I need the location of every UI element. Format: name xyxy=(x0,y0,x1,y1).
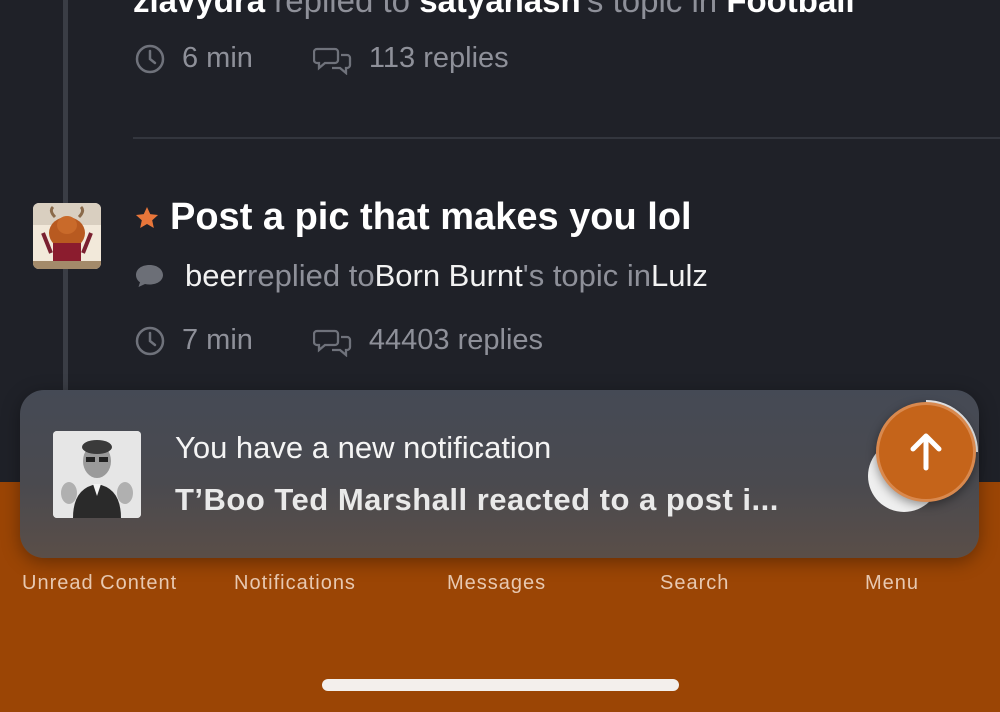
clock-icon xyxy=(135,326,165,355)
target-user-link[interactable]: satyanash xyxy=(419,0,580,19)
replies-stat: 44403 replies xyxy=(312,324,544,357)
time-stat: 6 min xyxy=(134,42,253,75)
activity-stream-screen: zlavydra replied to satyanash's topic in… xyxy=(0,0,1000,712)
forum-link[interactable]: Lulz xyxy=(651,258,708,294)
target-user-link[interactable]: Born Burnt xyxy=(375,258,523,294)
clock-icon xyxy=(135,44,165,73)
notification-body: T’Boo Ted Marshall reacted to a post i..… xyxy=(175,482,779,517)
replies-count: 44403 replies xyxy=(368,324,544,356)
home-indicator[interactable] xyxy=(322,679,679,691)
replies-icon xyxy=(312,47,352,75)
nav-unread-content[interactable]: Unread Content xyxy=(22,572,177,595)
notification-avatar xyxy=(53,431,141,518)
replies-count: 113 replies xyxy=(368,42,509,74)
scroll-to-top-button[interactable] xyxy=(876,402,976,502)
author-link[interactable]: beer xyxy=(185,258,247,294)
timeline-line xyxy=(63,0,68,395)
item-divider xyxy=(133,137,1000,139)
nav-messages[interactable]: Messages xyxy=(447,572,546,595)
forum-link[interactable]: Football xyxy=(726,0,854,19)
item-2-stats: 7 min 44403 replies xyxy=(134,324,603,357)
comment-icon xyxy=(136,265,163,287)
nav-notifications[interactable]: Notifications xyxy=(234,572,356,595)
time-stat: 7 min xyxy=(134,324,253,357)
avatar[interactable] xyxy=(33,203,101,269)
notification-title: You have a new notification xyxy=(175,430,552,465)
notification-toast[interactable]: You have a new notification T’Boo Ted Ma… xyxy=(20,390,979,558)
nav-menu[interactable]: Menu xyxy=(865,572,919,595)
item-1-stats: 6 min 113 replies xyxy=(134,42,569,75)
time-ago: 6 min xyxy=(182,42,253,74)
activity-line-2: beer replied to Born Burnt's topic in Lu… xyxy=(134,258,708,294)
nav-search[interactable]: Search xyxy=(660,572,729,595)
replies-icon xyxy=(312,329,352,357)
author-link[interactable]: zlavydra xyxy=(133,0,265,19)
post-title[interactable]: Post a pic that makes you lol xyxy=(134,196,692,239)
replies-stat: 113 replies xyxy=(312,42,509,75)
star-icon xyxy=(135,206,159,228)
arrow-up-icon xyxy=(910,433,942,471)
time-ago: 7 min xyxy=(182,324,253,356)
activity-line-1: zlavydra replied to satyanash's topic in… xyxy=(133,0,973,40)
